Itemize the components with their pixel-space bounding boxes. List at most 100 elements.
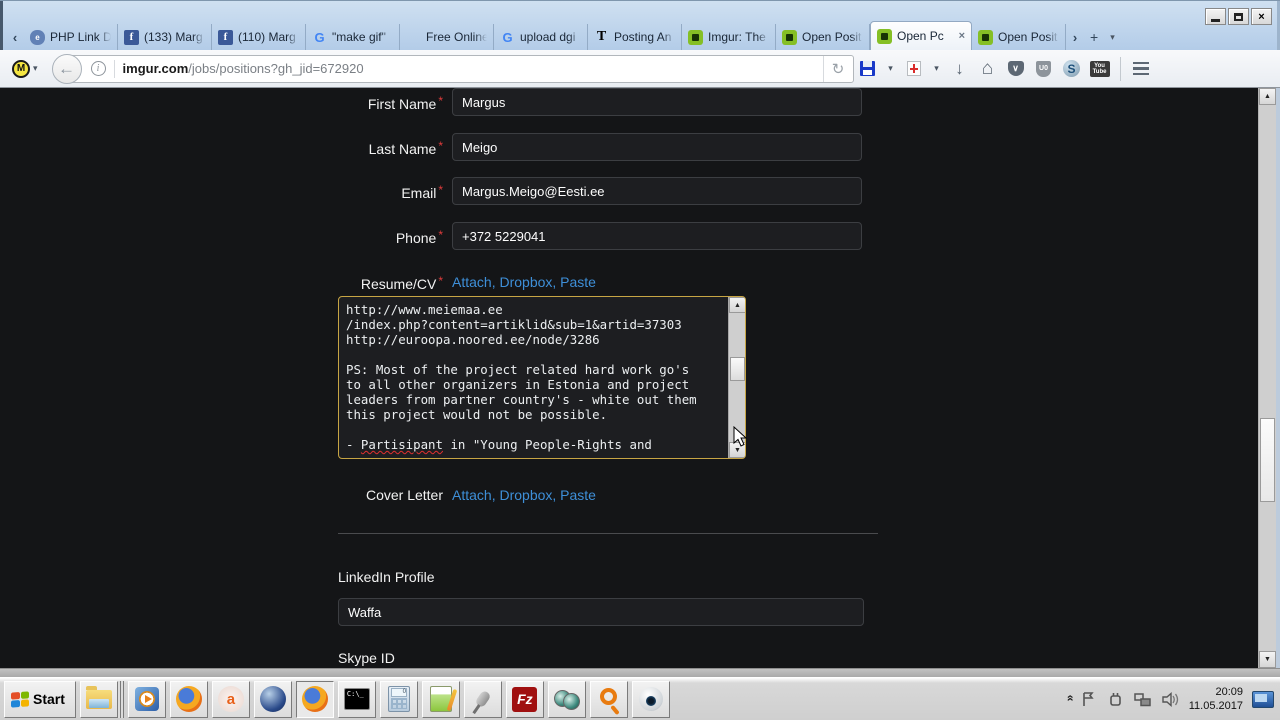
page-scroll-down-icon[interactable]: ▼ bbox=[1259, 651, 1276, 668]
downloads-button[interactable]: ↓ bbox=[948, 55, 972, 83]
taskbar-seamonkey-button[interactable] bbox=[253, 680, 292, 718]
m-menu-button[interactable]: M ▾ bbox=[12, 59, 38, 78]
tab-imgur-home[interactable]: Imgur: The bbox=[682, 24, 776, 50]
home-button[interactable]: ⌂ bbox=[976, 55, 1000, 83]
youtube-extension-button[interactable]: You Tube bbox=[1088, 55, 1112, 83]
facebook-icon: f bbox=[218, 29, 233, 45]
tab-close-icon[interactable]: × bbox=[959, 30, 965, 42]
display-tray-icon[interactable] bbox=[1252, 690, 1274, 708]
back-icon: ← bbox=[58, 58, 76, 78]
seamonkey-icon bbox=[259, 686, 286, 712]
tab-list-dropdown-icon[interactable]: ▾ bbox=[1104, 24, 1121, 50]
page-scrollbar[interactable]: ▲ ▼ bbox=[1258, 88, 1276, 668]
site-info-icon[interactable]: i bbox=[90, 61, 106, 76]
last-name-value: Meigo bbox=[462, 139, 498, 155]
taskbar-eyeball-button[interactable] bbox=[631, 680, 670, 718]
tray-clock[interactable]: 20:09 11.05.2017 bbox=[1189, 685, 1243, 713]
taskbar-firefox-button[interactable] bbox=[169, 680, 208, 718]
taskbar-cmd-button[interactable]: C:\_ bbox=[337, 680, 376, 718]
action-center-flag-icon[interactable] bbox=[1081, 691, 1098, 708]
tab-open-positions-2[interactable]: Open Posit bbox=[972, 24, 1066, 50]
tab-upload[interactable]: G upload dgi bbox=[494, 24, 588, 50]
clock-time: 20:09 bbox=[1215, 686, 1243, 698]
tab-label: (133) Marg bbox=[144, 30, 203, 44]
network-icon[interactable] bbox=[1133, 691, 1152, 708]
first-name-label: First Name * bbox=[243, 94, 443, 112]
last-name-input[interactable]: Meigo bbox=[452, 133, 862, 161]
taskbar-firefox-active-button[interactable] bbox=[295, 680, 334, 718]
taskbar-search-button[interactable] bbox=[589, 680, 628, 718]
reload-button[interactable]: ↻ bbox=[822, 55, 853, 82]
new-tab-button[interactable]: + bbox=[1084, 24, 1104, 50]
tab-make-gif[interactable]: G "make gif" bbox=[306, 24, 400, 50]
resume-text-before: http://www.meiemaa.ee /index.php?content… bbox=[346, 302, 697, 452]
scroll-up-icon[interactable]: ▲ bbox=[729, 297, 745, 313]
volume-icon[interactable] bbox=[1161, 691, 1180, 708]
letter-a-app-icon: a bbox=[217, 686, 244, 712]
maximize-button[interactable] bbox=[1228, 8, 1249, 25]
tab-scroll-left-icon[interactable]: ‹ bbox=[6, 24, 24, 50]
nyt-icon: T bbox=[596, 29, 607, 44]
resume-text: http://www.meiemaa.ee /index.php?content… bbox=[339, 297, 728, 458]
page-scroll-up-icon[interactable]: ▲ bbox=[1259, 88, 1276, 105]
resume-textarea[interactable]: http://www.meiemaa.ee /index.php?content… bbox=[338, 296, 746, 459]
save-dropdown-icon[interactable]: ▾ bbox=[884, 55, 898, 83]
tab-facebook-110[interactable]: f (110) Marg bbox=[212, 24, 306, 50]
cross-dropdown-icon[interactable]: ▾ bbox=[930, 55, 944, 83]
hidden-icons-chevron-icon[interactable]: » bbox=[1062, 697, 1076, 702]
skype-label: Skype ID bbox=[338, 650, 395, 666]
url-bar[interactable]: i imgur.com/jobs/positions?gh_jid=672920… bbox=[67, 54, 854, 83]
tab-open-positions-active[interactable]: Open Pc × bbox=[870, 21, 972, 50]
taskbar-filezilla-button[interactable]: Fz bbox=[505, 680, 544, 718]
clock-date: 11.05.2017 bbox=[1188, 700, 1243, 712]
taskbar-microphone-button[interactable] bbox=[463, 680, 502, 718]
page-scrollbar-thumb[interactable] bbox=[1260, 418, 1275, 502]
ublock-shield-icon: U0 bbox=[1036, 60, 1052, 77]
eyeball-icon bbox=[638, 687, 663, 711]
start-button[interactable]: Start bbox=[4, 680, 76, 718]
back-button[interactable]: ← bbox=[51, 53, 82, 84]
linkedin-input[interactable]: Waffa bbox=[338, 598, 864, 626]
taskbar-mediaplayer-button[interactable] bbox=[127, 680, 166, 718]
tab-strip: ‹ e PHP Link D f (133) Marg f (110) Marg… bbox=[6, 21, 1121, 50]
cover-letter-attach-links[interactable]: Attach, Dropbox, Paste bbox=[452, 487, 596, 503]
tab-open-positions-1[interactable]: Open Posit bbox=[776, 24, 870, 50]
label-text: Email bbox=[401, 185, 437, 201]
taskbar-editor-button[interactable] bbox=[421, 680, 460, 718]
tab-php-link[interactable]: e PHP Link D bbox=[24, 24, 118, 50]
url-text[interactable]: imgur.com/jobs/positions?gh_jid=672920 bbox=[123, 61, 364, 76]
magnifier-icon bbox=[600, 687, 618, 705]
tab-scroll-right-icon[interactable]: › bbox=[1066, 24, 1084, 50]
phone-input[interactable]: +372 5229041 bbox=[452, 222, 862, 250]
power-plug-icon[interactable] bbox=[1107, 691, 1124, 708]
close-button[interactable]: × bbox=[1251, 8, 1272, 25]
email-value: Margus.Meigo@Eesti.ee bbox=[462, 183, 605, 199]
tab-free-online[interactable]: Free Online Ani bbox=[400, 24, 494, 50]
system-tray: » 20:09 11.05.2017 bbox=[1062, 685, 1278, 713]
minimize-button[interactable] bbox=[1205, 8, 1226, 25]
tab-label: Open Posit bbox=[802, 30, 862, 44]
taskbar-calculator-button[interactable] bbox=[379, 680, 418, 718]
windows-logo-icon bbox=[11, 690, 29, 708]
taskbar-app-a-button[interactable]: a bbox=[211, 680, 250, 718]
tab-label: Free Online Ani bbox=[426, 30, 487, 44]
taskbar-binoculars-button[interactable] bbox=[547, 680, 586, 718]
email-input[interactable]: Margus.Meigo@Eesti.ee bbox=[452, 177, 862, 205]
add-healthreport-button[interactable] bbox=[902, 55, 926, 83]
scrollbar-thumb[interactable] bbox=[730, 357, 745, 381]
tab-facebook-133[interactable]: f (133) Marg bbox=[118, 24, 212, 50]
skype-extension-button[interactable]: S bbox=[1060, 55, 1084, 83]
floppy-save-icon bbox=[860, 61, 876, 76]
save-page-button[interactable] bbox=[856, 55, 880, 83]
tab-posting[interactable]: T Posting An bbox=[588, 24, 682, 50]
required-asterisk: * bbox=[438, 183, 443, 197]
imgur-icon bbox=[688, 29, 703, 45]
resume-attach-links[interactable]: Attach, Dropbox, Paste bbox=[452, 274, 596, 290]
first-name-input[interactable]: Margus bbox=[452, 88, 862, 116]
ublock-button[interactable]: U0 bbox=[1032, 55, 1056, 83]
mouse-cursor bbox=[733, 425, 749, 453]
taskbar-explorer-group-button[interactable] bbox=[79, 680, 118, 718]
menu-button[interactable] bbox=[1129, 55, 1153, 83]
email-label: Email * bbox=[243, 183, 443, 201]
pocket-button[interactable]: ∨ bbox=[1004, 55, 1028, 83]
